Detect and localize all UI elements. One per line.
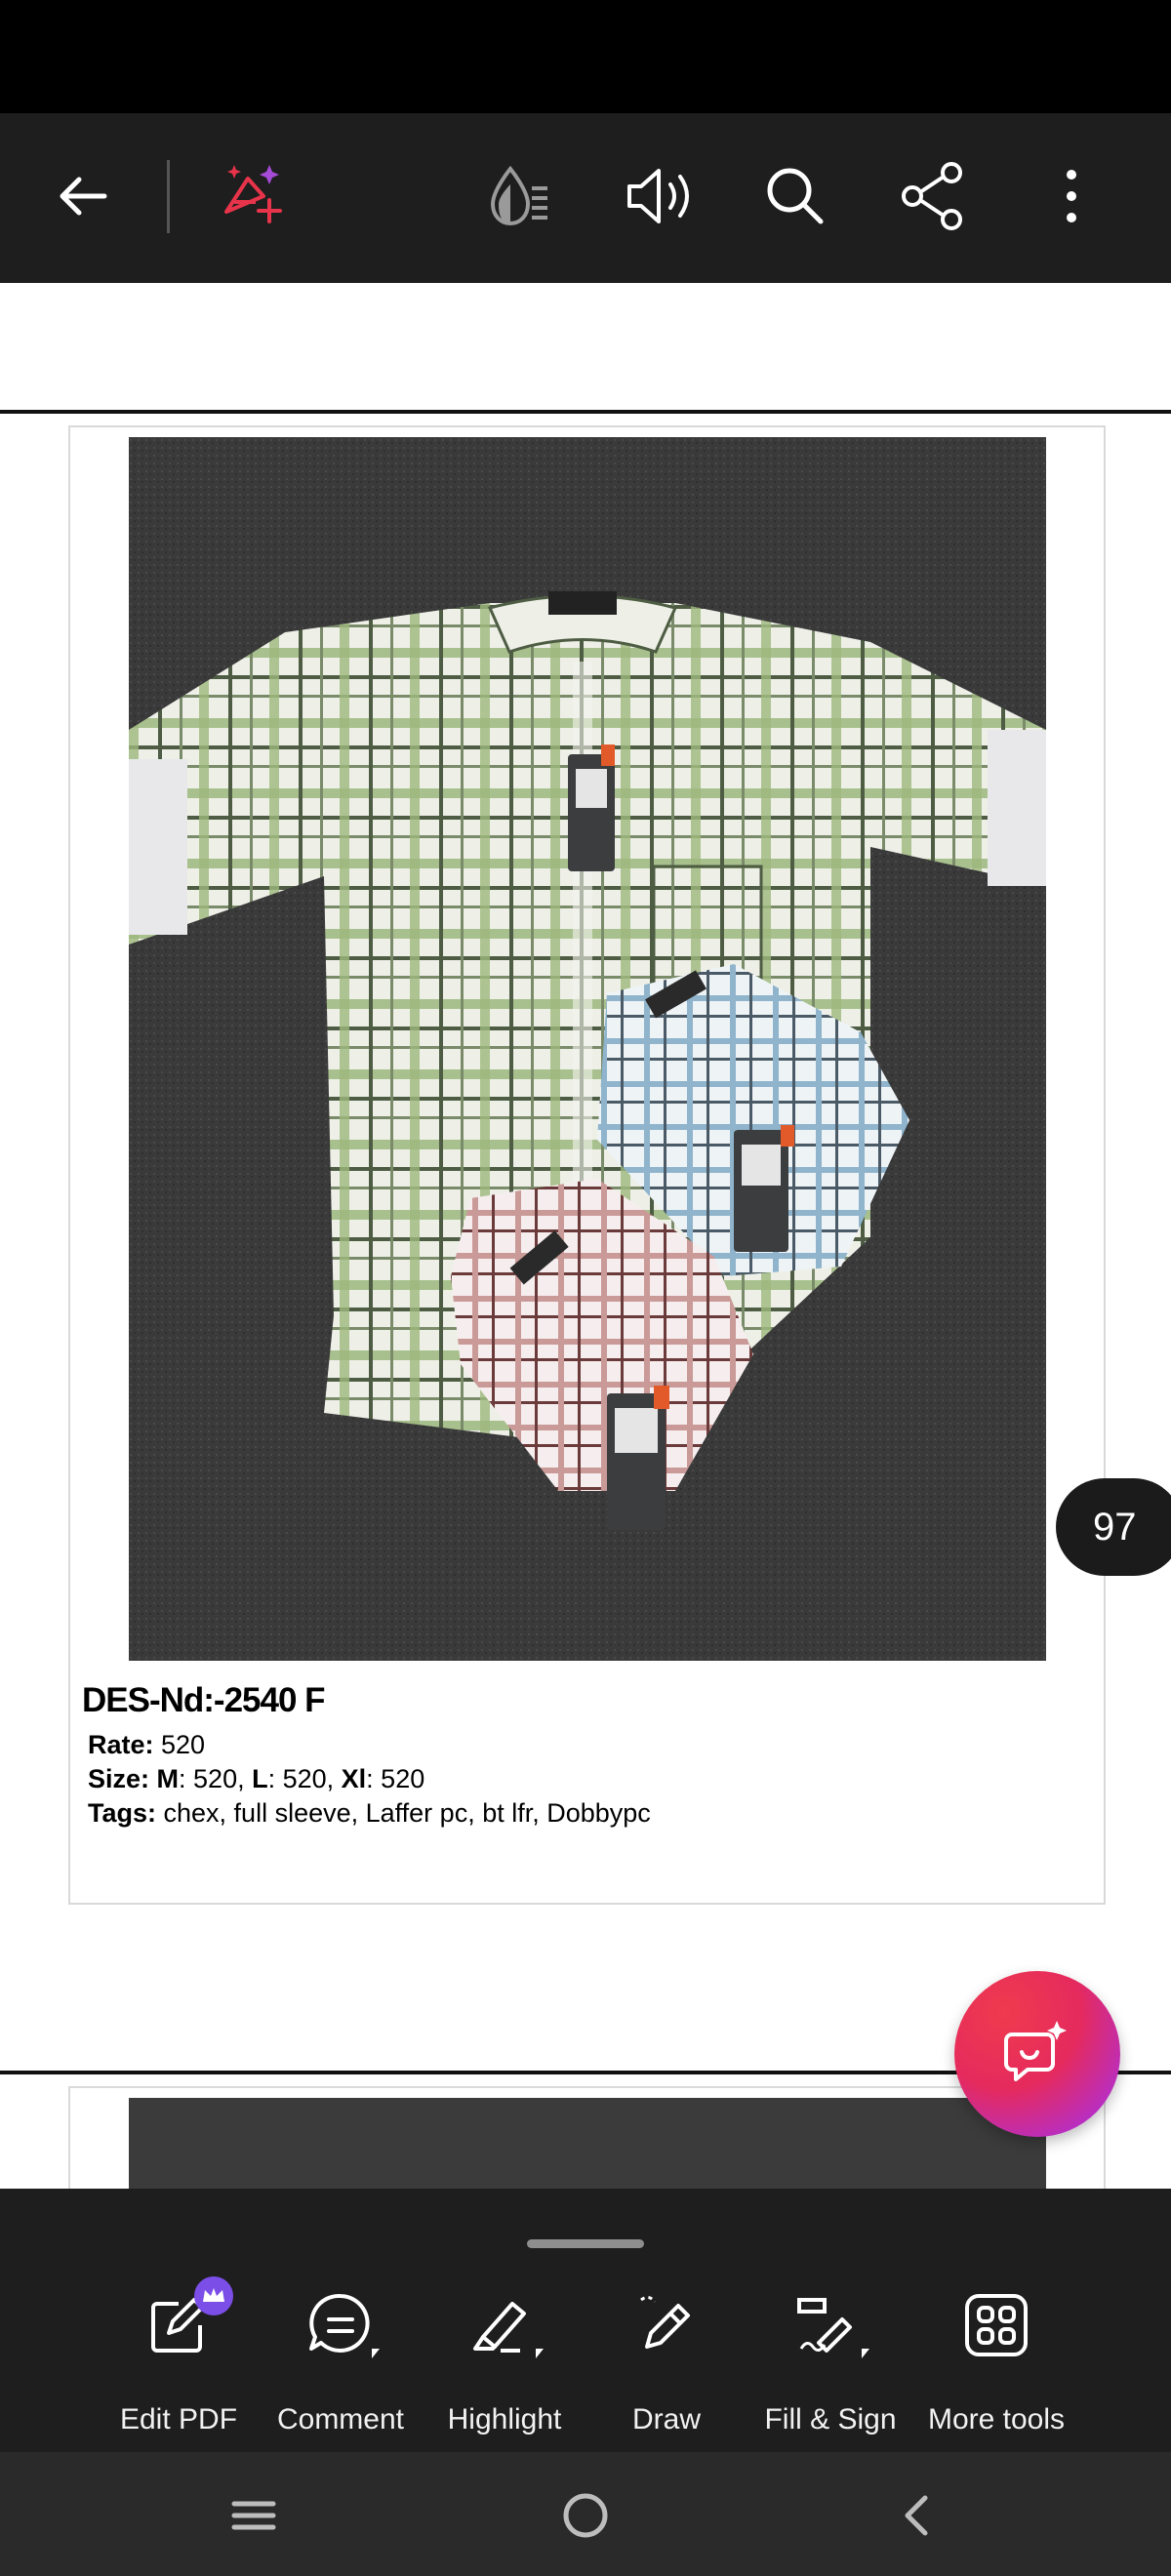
document-viewer[interactable]: DES-Nd:-2540 F Rate: 520 Size: M: 520, L… [0,283,1171,2189]
ai-assistant-button[interactable] [954,1971,1120,2137]
tool-label: Draw [631,2403,701,2435]
edit-pdf-icon [140,2276,233,2364]
tool-fill-sign[interactable]: Fill & Sign [747,2286,913,2442]
tool-highlight[interactable]: Highlight [422,2286,587,2442]
size-m-value: : 520, [179,1764,253,1793]
tool-edit-pdf[interactable]: Edit PDF [96,2276,262,2442]
product-sizes: Size: M: 520, L: 520, Xl: 520 [88,1764,424,1794]
size-xl-value: : 520 [366,1764,425,1793]
tool-label: More tools [927,2403,1066,2435]
status-bar [0,0,1171,113]
tool-more-tools[interactable]: More tools [913,2286,1079,2442]
rate-label: Rate: [88,1730,154,1759]
size-l-label: L [252,1764,268,1793]
more-options-icon[interactable] [1023,147,1120,245]
rate-value: 520 [153,1730,206,1759]
pdf-page-next [68,2086,1106,2189]
read-aloud-icon[interactable] [610,147,707,245]
product-photo-next [129,2098,1046,2189]
tool-label: Highlight [447,2403,562,2435]
share-icon[interactable] [885,147,983,245]
size-xl-label: Xl [341,1764,367,1793]
tags-label: Tags: [88,1798,157,1828]
draw-icon [627,2286,706,2364]
tool-label: Edit PDF [119,2403,238,2435]
ai-chat-icon [1004,2021,1067,2081]
back-icon[interactable] [859,2472,976,2559]
reading-mode-icon[interactable] [471,147,569,245]
size-l-value: : 520, [267,1764,342,1793]
comment-icon [302,2286,380,2364]
size-m-label: M [149,1764,180,1793]
ai-assistant-icon[interactable] [203,147,301,245]
product-tags: Tags: chex, full sleeve, Laffer pc, bt l… [88,1798,651,1829]
search-icon[interactable] [747,147,844,245]
tool-draw[interactable]: Draw [584,2286,749,2442]
drawer-handle[interactable] [527,2239,644,2248]
system-navigation-bar [0,2452,1171,2576]
tool-comment[interactable]: Comment [258,2286,424,2442]
pdf-page: DES-Nd:-2540 F Rate: 520 Size: M: 520, L… [68,425,1106,1905]
fill-sign-icon [791,2286,869,2364]
product-photo [129,437,1046,1661]
tool-label: Comment [276,2403,405,2435]
back-arrow-icon[interactable] [34,147,132,245]
bottom-tools-bar: Edit PDF Comment Highlight Draw Fill & S… [0,2189,1171,2452]
premium-crown-icon [194,2276,233,2315]
top-toolbar [0,113,1171,283]
toolbar-divider [167,160,170,233]
recents-icon[interactable] [195,2472,312,2559]
tool-label: Fill & Sign [764,2403,897,2435]
product-rate: Rate: 520 [88,1730,205,1760]
tags-value: chex, full sleeve, Laffer pc, bt lfr, Do… [156,1798,651,1828]
product-title: DES-Nd:-2540 F [82,1681,326,1719]
home-icon[interactable] [527,2472,644,2559]
more-tools-icon [957,2286,1035,2364]
highlight-icon [465,2286,544,2364]
page-number-indicator[interactable]: 97 [1056,1478,1171,1576]
page-separator [0,410,1171,414]
size-label: Size: [88,1764,150,1793]
